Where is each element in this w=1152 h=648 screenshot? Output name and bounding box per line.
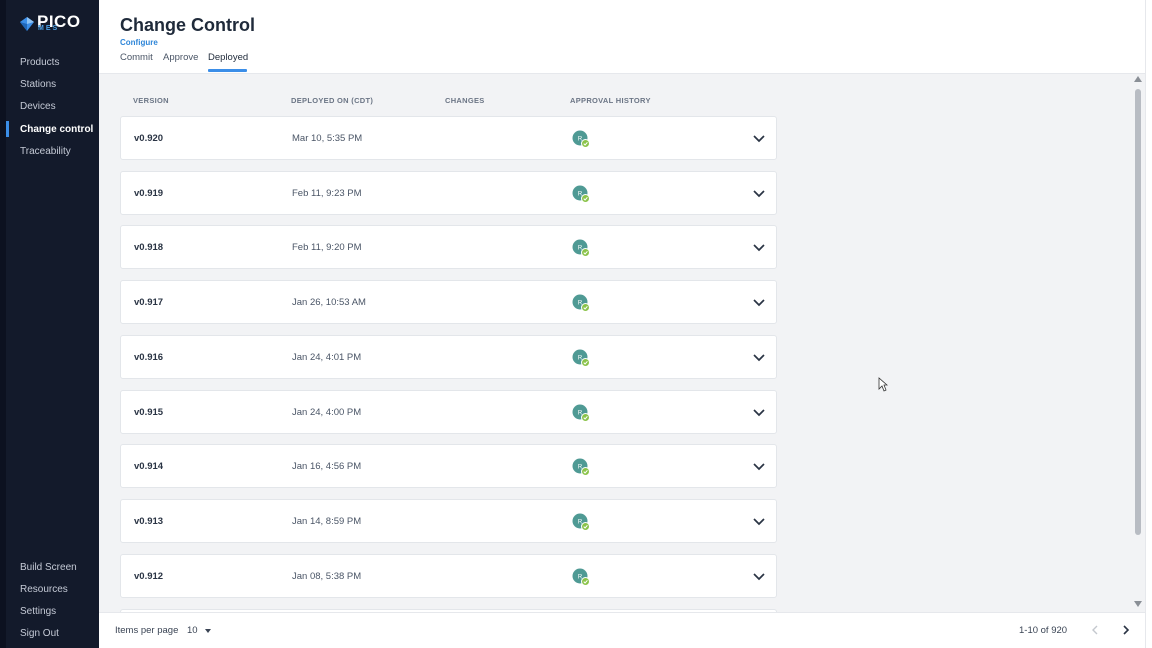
table-row[interactable]: v0.912 Jan 08, 5:38 PM R — [120, 554, 777, 598]
chevron-down-icon[interactable] — [752, 516, 766, 528]
row-deployed-on: Jan 24, 4:00 PM — [292, 407, 362, 418]
chevron-down-icon[interactable] — [752, 133, 766, 145]
row-deployed-on: Jan 16, 4:56 PM — [292, 461, 362, 472]
table-row[interactable]: v0.916 Jan 24, 4:01 PM R — [120, 335, 777, 379]
row-version: v0.915 — [134, 407, 164, 418]
row-deployed-on: Jan 26, 10:53 AM — [292, 297, 366, 308]
avatar-icon[interactable]: R — [572, 513, 590, 531]
avatar-icon[interactable]: R — [572, 294, 590, 312]
chevron-down-icon[interactable] — [752, 242, 766, 254]
column-header-approval-history: APPROVAL HISTORY — [570, 96, 651, 105]
chevron-right-icon[interactable] — [1119, 623, 1133, 637]
table-row[interactable]: v0.915 Jan 24, 4:00 PM R — [120, 390, 777, 434]
check-badge-icon — [581, 467, 590, 476]
vertical-scrollbar[interactable] — [1133, 74, 1145, 612]
row-version: v0.920 — [134, 133, 164, 144]
row-version: v0.918 — [134, 242, 164, 253]
scroll-thumb[interactable] — [1135, 89, 1141, 535]
sidebar-item-sign-out[interactable]: Sign Out — [20, 628, 59, 639]
sidebar-item-products[interactable]: Products — [20, 57, 59, 68]
sidebar-item-build-screen[interactable]: Build Screen — [20, 562, 77, 573]
table-row[interactable]: v0.913 Jan 14, 8:59 PM R — [120, 499, 777, 543]
page-title: Change Control — [120, 15, 255, 35]
tab-commit[interactable]: Commit — [120, 52, 153, 63]
check-badge-icon — [581, 194, 590, 203]
tab-approve[interactable]: Approve — [163, 52, 198, 63]
pagination-range: 1-10 of 920 — [1019, 625, 1068, 636]
items-per-page-value: 10 — [187, 625, 198, 636]
table-row[interactable]: v0.919 Feb 11, 9:23 PM R — [120, 171, 777, 215]
row-deployed-on: Feb 11, 9:23 PM — [292, 188, 362, 199]
table-row[interactable]: v0.918 Feb 11, 9:20 PM R — [120, 225, 777, 269]
avatar-icon[interactable]: R — [572, 568, 590, 586]
sidebar: PICO MES Products Stations Devices Chang… — [0, 0, 99, 648]
active-tab-underline — [208, 69, 247, 72]
row-version: v0.916 — [134, 352, 164, 363]
configure-link[interactable]: Configure — [120, 38, 158, 47]
sidebar-item-settings[interactable]: Settings — [20, 606, 56, 617]
column-header-version: VERSION — [133, 96, 169, 105]
chevron-down-icon[interactable] — [752, 188, 766, 200]
row-deployed-on: Mar 10, 5:35 PM — [292, 133, 363, 144]
row-deployed-on: Jan 14, 8:59 PM — [292, 516, 362, 527]
scroll-up-icon[interactable] — [1134, 76, 1142, 82]
items-per-page-label: Items per page — [115, 625, 179, 636]
sidebar-item-change-control[interactable]: Change control — [20, 124, 93, 135]
row-version: v0.913 — [134, 516, 164, 527]
check-badge-icon — [581, 139, 590, 148]
window-edge — [1145, 0, 1152, 648]
table-row[interactable]: v0.917 Jan 26, 10:53 AM R — [120, 280, 777, 324]
sidebar-item-devices[interactable]: Devices — [20, 101, 56, 112]
chevron-down-icon[interactable] — [752, 352, 766, 364]
sidebar-edge — [0, 0, 6, 648]
items-per-page-select[interactable]: 10 — [187, 625, 211, 636]
chevron-left-icon[interactable] — [1088, 623, 1102, 637]
avatar-icon[interactable]: R — [572, 404, 590, 422]
row-deployed-on: Jan 24, 4:01 PM — [292, 352, 362, 363]
avatar-icon[interactable]: R — [572, 239, 590, 257]
check-badge-icon — [581, 577, 590, 586]
sidebar-item-stations[interactable]: Stations — [20, 79, 56, 90]
avatar-icon[interactable]: R — [572, 130, 590, 148]
chevron-down-icon[interactable] — [752, 297, 766, 309]
row-deployed-on: Jan 08, 5:38 PM — [292, 571, 362, 582]
check-badge-icon — [581, 358, 590, 367]
diamond-logo-icon — [20, 17, 34, 31]
check-badge-icon — [581, 522, 590, 531]
active-nav-indicator — [6, 121, 9, 137]
sidebar-item-resources[interactable]: Resources — [20, 584, 68, 595]
row-version: v0.912 — [134, 571, 164, 582]
tab-deployed[interactable]: Deployed — [208, 52, 248, 63]
pagination-footer: Items per page 10 1-10 of 920 — [99, 612, 1145, 648]
scroll-down-icon[interactable] — [1134, 601, 1142, 607]
logo-subtext: MES — [38, 25, 60, 32]
chevron-down-icon[interactable] — [752, 407, 766, 419]
row-version: v0.919 — [134, 188, 164, 199]
sidebar-item-traceability[interactable]: Traceability — [20, 146, 71, 157]
column-header-changes: CHANGES — [445, 96, 485, 105]
avatar-icon[interactable]: R — [572, 349, 590, 367]
check-badge-icon — [581, 248, 590, 257]
check-badge-icon — [581, 303, 590, 312]
avatar-icon[interactable]: R — [572, 458, 590, 476]
table-row[interactable]: v0.920 Mar 10, 5:35 PM R — [120, 116, 777, 160]
table-row[interactable]: v0.914 Jan 16, 4:56 PM R — [120, 444, 777, 488]
avatar-icon[interactable]: R — [572, 185, 590, 203]
mouse-pointer-icon — [878, 377, 888, 392]
row-version: v0.914 — [134, 461, 164, 472]
deployed-list: VERSION DEPLOYED ON (CDT) CHANGES APPROV… — [99, 74, 1133, 612]
caret-down-icon — [204, 629, 211, 633]
row-deployed-on: Feb 11, 9:20 PM — [292, 242, 362, 253]
column-header-deployed-on: DEPLOYED ON (CDT) — [291, 96, 374, 105]
chevron-down-icon[interactable] — [752, 571, 766, 583]
chevron-down-icon[interactable] — [752, 461, 766, 473]
page-header: Change Control Configure Commit Approve … — [99, 0, 1145, 74]
row-version: v0.917 — [134, 297, 164, 308]
check-badge-icon — [581, 413, 590, 422]
